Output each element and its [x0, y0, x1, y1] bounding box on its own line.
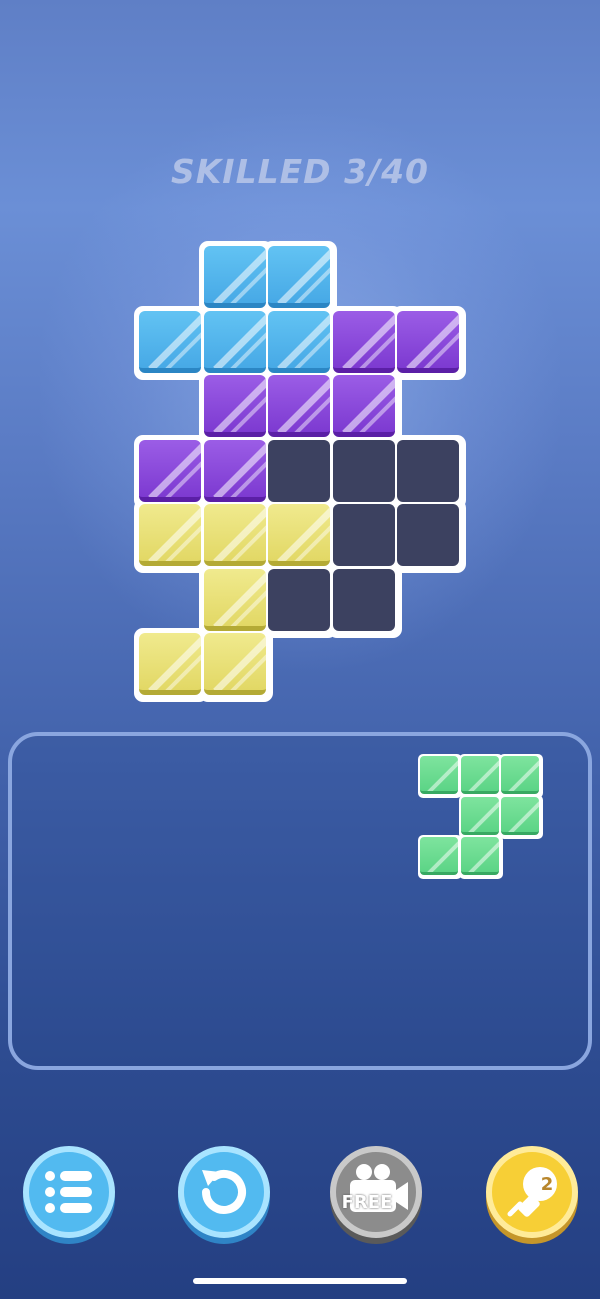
yellow-block	[203, 633, 266, 695]
green-piece-block[interactable]	[501, 796, 539, 835]
purple-block	[139, 439, 201, 502]
blue-block	[268, 246, 330, 308]
purple-block	[203, 439, 266, 502]
yellow-block	[203, 568, 266, 631]
yellow-block	[139, 633, 201, 695]
home-indicator	[193, 1278, 407, 1284]
yellow-block	[203, 504, 266, 566]
purple-block	[332, 375, 395, 437]
hint-count: 2	[540, 1174, 554, 1195]
purple-block	[268, 375, 330, 437]
green-piece-block[interactable]	[501, 756, 539, 794]
purple-block	[397, 310, 459, 373]
green-piece-block[interactable]	[420, 756, 458, 794]
green-piece-block[interactable]	[420, 837, 458, 875]
list-icon	[45, 1171, 92, 1213]
green-piece-block[interactable]	[460, 756, 499, 794]
restart-icon	[202, 1169, 246, 1214]
blue-block	[268, 310, 330, 373]
free-label: FREE	[341, 1192, 393, 1213]
purple-block	[203, 375, 266, 437]
restart-button[interactable]	[178, 1146, 270, 1238]
empty-slot[interactable]	[268, 439, 330, 502]
menu-button[interactable]	[23, 1146, 115, 1238]
empty-slot[interactable]	[397, 504, 459, 566]
empty-slot[interactable]	[332, 439, 395, 502]
yellow-block	[268, 504, 330, 566]
level-title: SKILLED 3/40	[170, 152, 430, 191]
hint-button[interactable]: 2	[486, 1146, 578, 1238]
purple-block	[332, 310, 395, 373]
empty-slot[interactable]	[332, 568, 395, 631]
lightbulb-icon	[507, 1167, 557, 1217]
empty-slot[interactable]	[332, 504, 395, 566]
empty-slot[interactable]	[268, 568, 330, 631]
blue-block	[203, 310, 266, 373]
green-piece-block[interactable]	[460, 796, 499, 835]
free-video-button[interactable]: FREE	[330, 1146, 422, 1238]
empty-slot[interactable]	[397, 439, 459, 502]
blue-block	[203, 246, 266, 308]
blue-block	[139, 310, 201, 373]
yellow-block	[139, 504, 201, 566]
green-piece-block[interactable]	[460, 837, 499, 875]
